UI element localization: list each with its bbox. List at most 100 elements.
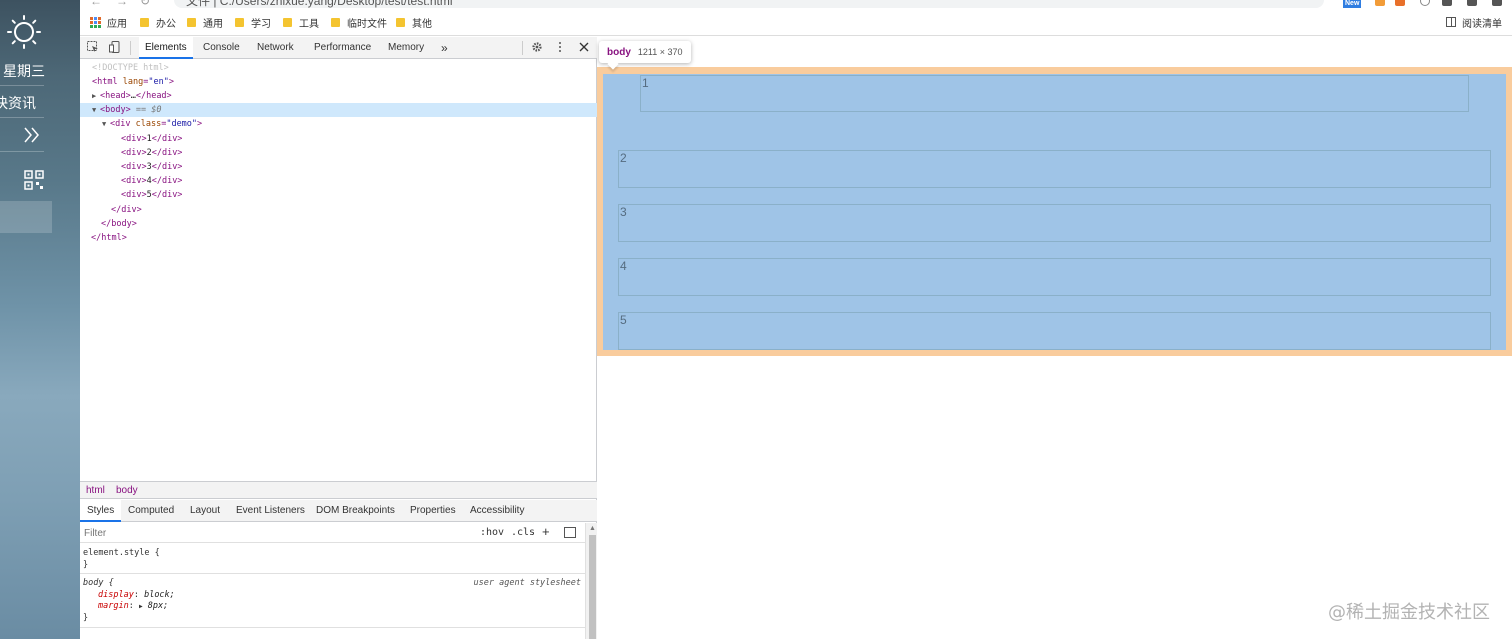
bookmark-folder[interactable]: 临时文件 (331, 14, 387, 30)
rule-body-ua: body { user agent stylesheet display: bl… (80, 575, 585, 628)
tab-elements[interactable]: Elements (139, 37, 193, 59)
dom-node-child-div[interactable]: <div>2</div> (80, 146, 597, 160)
tab-console[interactable]: Console (197, 37, 246, 59)
collapse-triangle-icon[interactable]: ▼ (102, 117, 110, 131)
tab-properties[interactable]: Properties (403, 500, 463, 522)
property-name: margin (98, 601, 129, 611)
extension-icon[interactable] (1375, 0, 1385, 6)
folder-icon (140, 17, 149, 27)
reading-list-button[interactable]: 阅读清单 (1446, 14, 1502, 30)
navigation-row: ← → ↻ 文件 | C:/Users/zhixue.yang/Desktop/… (80, 0, 1512, 8)
rule-selector[interactable]: element.style { (83, 547, 160, 559)
divider (0, 117, 44, 118)
dom-node-child-div[interactable]: <div>5</div> (80, 188, 597, 202)
divider (0, 151, 44, 152)
class-toggle-button[interactable]: .cls (511, 525, 535, 541)
weather-sun-icon (7, 15, 41, 49)
bookmark-folder[interactable]: 其他 (396, 14, 432, 30)
bookmark-folder[interactable]: 办公 (140, 14, 176, 30)
sidebar-highlight[interactable] (0, 201, 52, 233)
declaration-margin: margin: ▶ 8px; (98, 601, 169, 611)
bookmark-folder[interactable]: 工具 (283, 14, 319, 30)
tab-network[interactable]: Network (251, 37, 300, 59)
styles-scrollbar[interactable]: ▲ (585, 523, 597, 639)
kebab-menu-icon[interactable] (554, 41, 566, 53)
folder-icon (187, 17, 196, 27)
dom-node-child-div[interactable]: <div>1</div> (80, 132, 597, 146)
history-icon[interactable] (1420, 0, 1430, 6)
bookmark-apps[interactable]: 应用 (90, 14, 127, 30)
device-toolbar-icon[interactable] (109, 41, 121, 53)
breadcrumb-body[interactable]: body (111, 482, 143, 500)
dom-node-doctype[interactable]: <!DOCTYPE html> (80, 61, 597, 75)
html-tag-name: html (97, 77, 118, 87)
expand-triangle-icon[interactable]: ▶ (139, 603, 143, 610)
menu-icon[interactable] (1492, 0, 1502, 6)
reading-list-icon (1446, 17, 1456, 27)
inspect-element-icon[interactable] (87, 41, 99, 53)
reload-icon[interactable]: ↻ (140, 0, 150, 8)
qr-code-icon[interactable] (24, 170, 44, 190)
tab-event-listeners[interactable]: Event Listeners (229, 500, 312, 522)
tab-memory[interactable]: Memory (382, 37, 430, 59)
bookmark-folder[interactable]: 通用 (187, 14, 223, 30)
body-open-tag: <body> (100, 105, 131, 115)
rule-close-brace: } (83, 613, 89, 623)
dom-node-child-div[interactable]: <div>4</div> (80, 174, 597, 188)
browser-chrome: ← → ↻ 文件 | C:/Users/zhixue.yang/Desktop/… (80, 0, 1512, 36)
dom-node-div-demo[interactable]: ▼ <div class="demo"> (80, 117, 597, 131)
doctype-text: <!DOCTYPE html> (92, 63, 169, 73)
property-value: 8px; (147, 601, 169, 611)
dom-node-body-selected[interactable]: ▼ <body> == $0 (80, 103, 597, 117)
profile-icon[interactable] (1467, 0, 1477, 6)
scroll-up-icon[interactable]: ▲ (589, 525, 596, 532)
expand-triangle-icon[interactable]: ▶ (92, 89, 100, 103)
demo-div: 1 (640, 75, 1469, 112)
expand-chevrons-icon[interactable] (22, 124, 42, 146)
address-bar[interactable]: 文件 | C:/Users/zhixue.yang/Desktop/test/t… (174, 0, 1324, 8)
news-link[interactable]: 快资讯 (0, 93, 36, 113)
folder-icon (331, 17, 340, 27)
rule-source: user agent stylesheet (473, 578, 581, 588)
collapse-triangle-icon[interactable]: ▼ (92, 103, 100, 117)
tab-accessibility[interactable]: Accessibility (463, 500, 531, 522)
devtools-panel: Elements Console Network Performance Mem… (80, 37, 597, 639)
bookmark-label: 办公 (156, 18, 176, 30)
tab-dom-breakpoints[interactable]: DOM Breakpoints (309, 500, 402, 522)
div-attr-name: class (135, 119, 162, 129)
dom-node-child-div[interactable]: <div>3</div> (80, 160, 597, 174)
forward-icon[interactable]: → (116, 0, 128, 8)
sidebar-toggle-icon[interactable] (564, 527, 576, 538)
weekday-label: 星期三 (3, 64, 45, 80)
dom-node-head[interactable]: ▶ <head>…</head> (80, 89, 597, 103)
div-tag-name: div (115, 119, 131, 129)
address-text: 文件 | C:/Users/zhixue.yang/Desktop/test/t… (186, 0, 453, 8)
hover-state-button[interactable]: :hov (480, 525, 504, 541)
styles-filter-input[interactable] (84, 525, 464, 541)
extension-icon[interactable] (1395, 0, 1405, 6)
tab-performance[interactable]: Performance (308, 37, 377, 59)
dom-node-div-close[interactable]: </div> (80, 203, 597, 217)
back-icon[interactable]: ← (90, 0, 102, 8)
devtools-tab-bar: Elements Console Network Performance Mem… (80, 37, 597, 59)
demo-div: 2 (618, 150, 1491, 188)
divider (0, 85, 44, 86)
page-viewport: 1 2 3 4 5 body 1211 × 370 (597, 37, 1512, 639)
watermark: @稀土掘金技术社区 (1328, 602, 1490, 623)
bookmark-folder[interactable]: 学习 (235, 14, 271, 30)
breadcrumb-html[interactable]: html (81, 482, 110, 500)
tab-computed[interactable]: Computed (121, 500, 181, 522)
more-tabs-button[interactable]: » (435, 37, 454, 59)
tab-styles[interactable]: Styles (80, 500, 122, 522)
dom-node-html[interactable]: <html lang="en"> (80, 75, 597, 89)
dom-node-html-close[interactable]: </html> (80, 231, 597, 245)
close-icon[interactable] (578, 41, 590, 53)
settings-gear-icon[interactable] (531, 41, 543, 53)
body-close-tag: </body> (101, 219, 137, 229)
tab-layout[interactable]: Layout (183, 500, 227, 522)
new-rule-button[interactable]: + (542, 524, 550, 539)
bookmark-label: 工具 (299, 18, 319, 30)
dom-node-body-close[interactable]: </body> (80, 217, 597, 231)
extension-icon[interactable] (1442, 0, 1452, 6)
scrollbar-thumb[interactable] (589, 535, 596, 639)
